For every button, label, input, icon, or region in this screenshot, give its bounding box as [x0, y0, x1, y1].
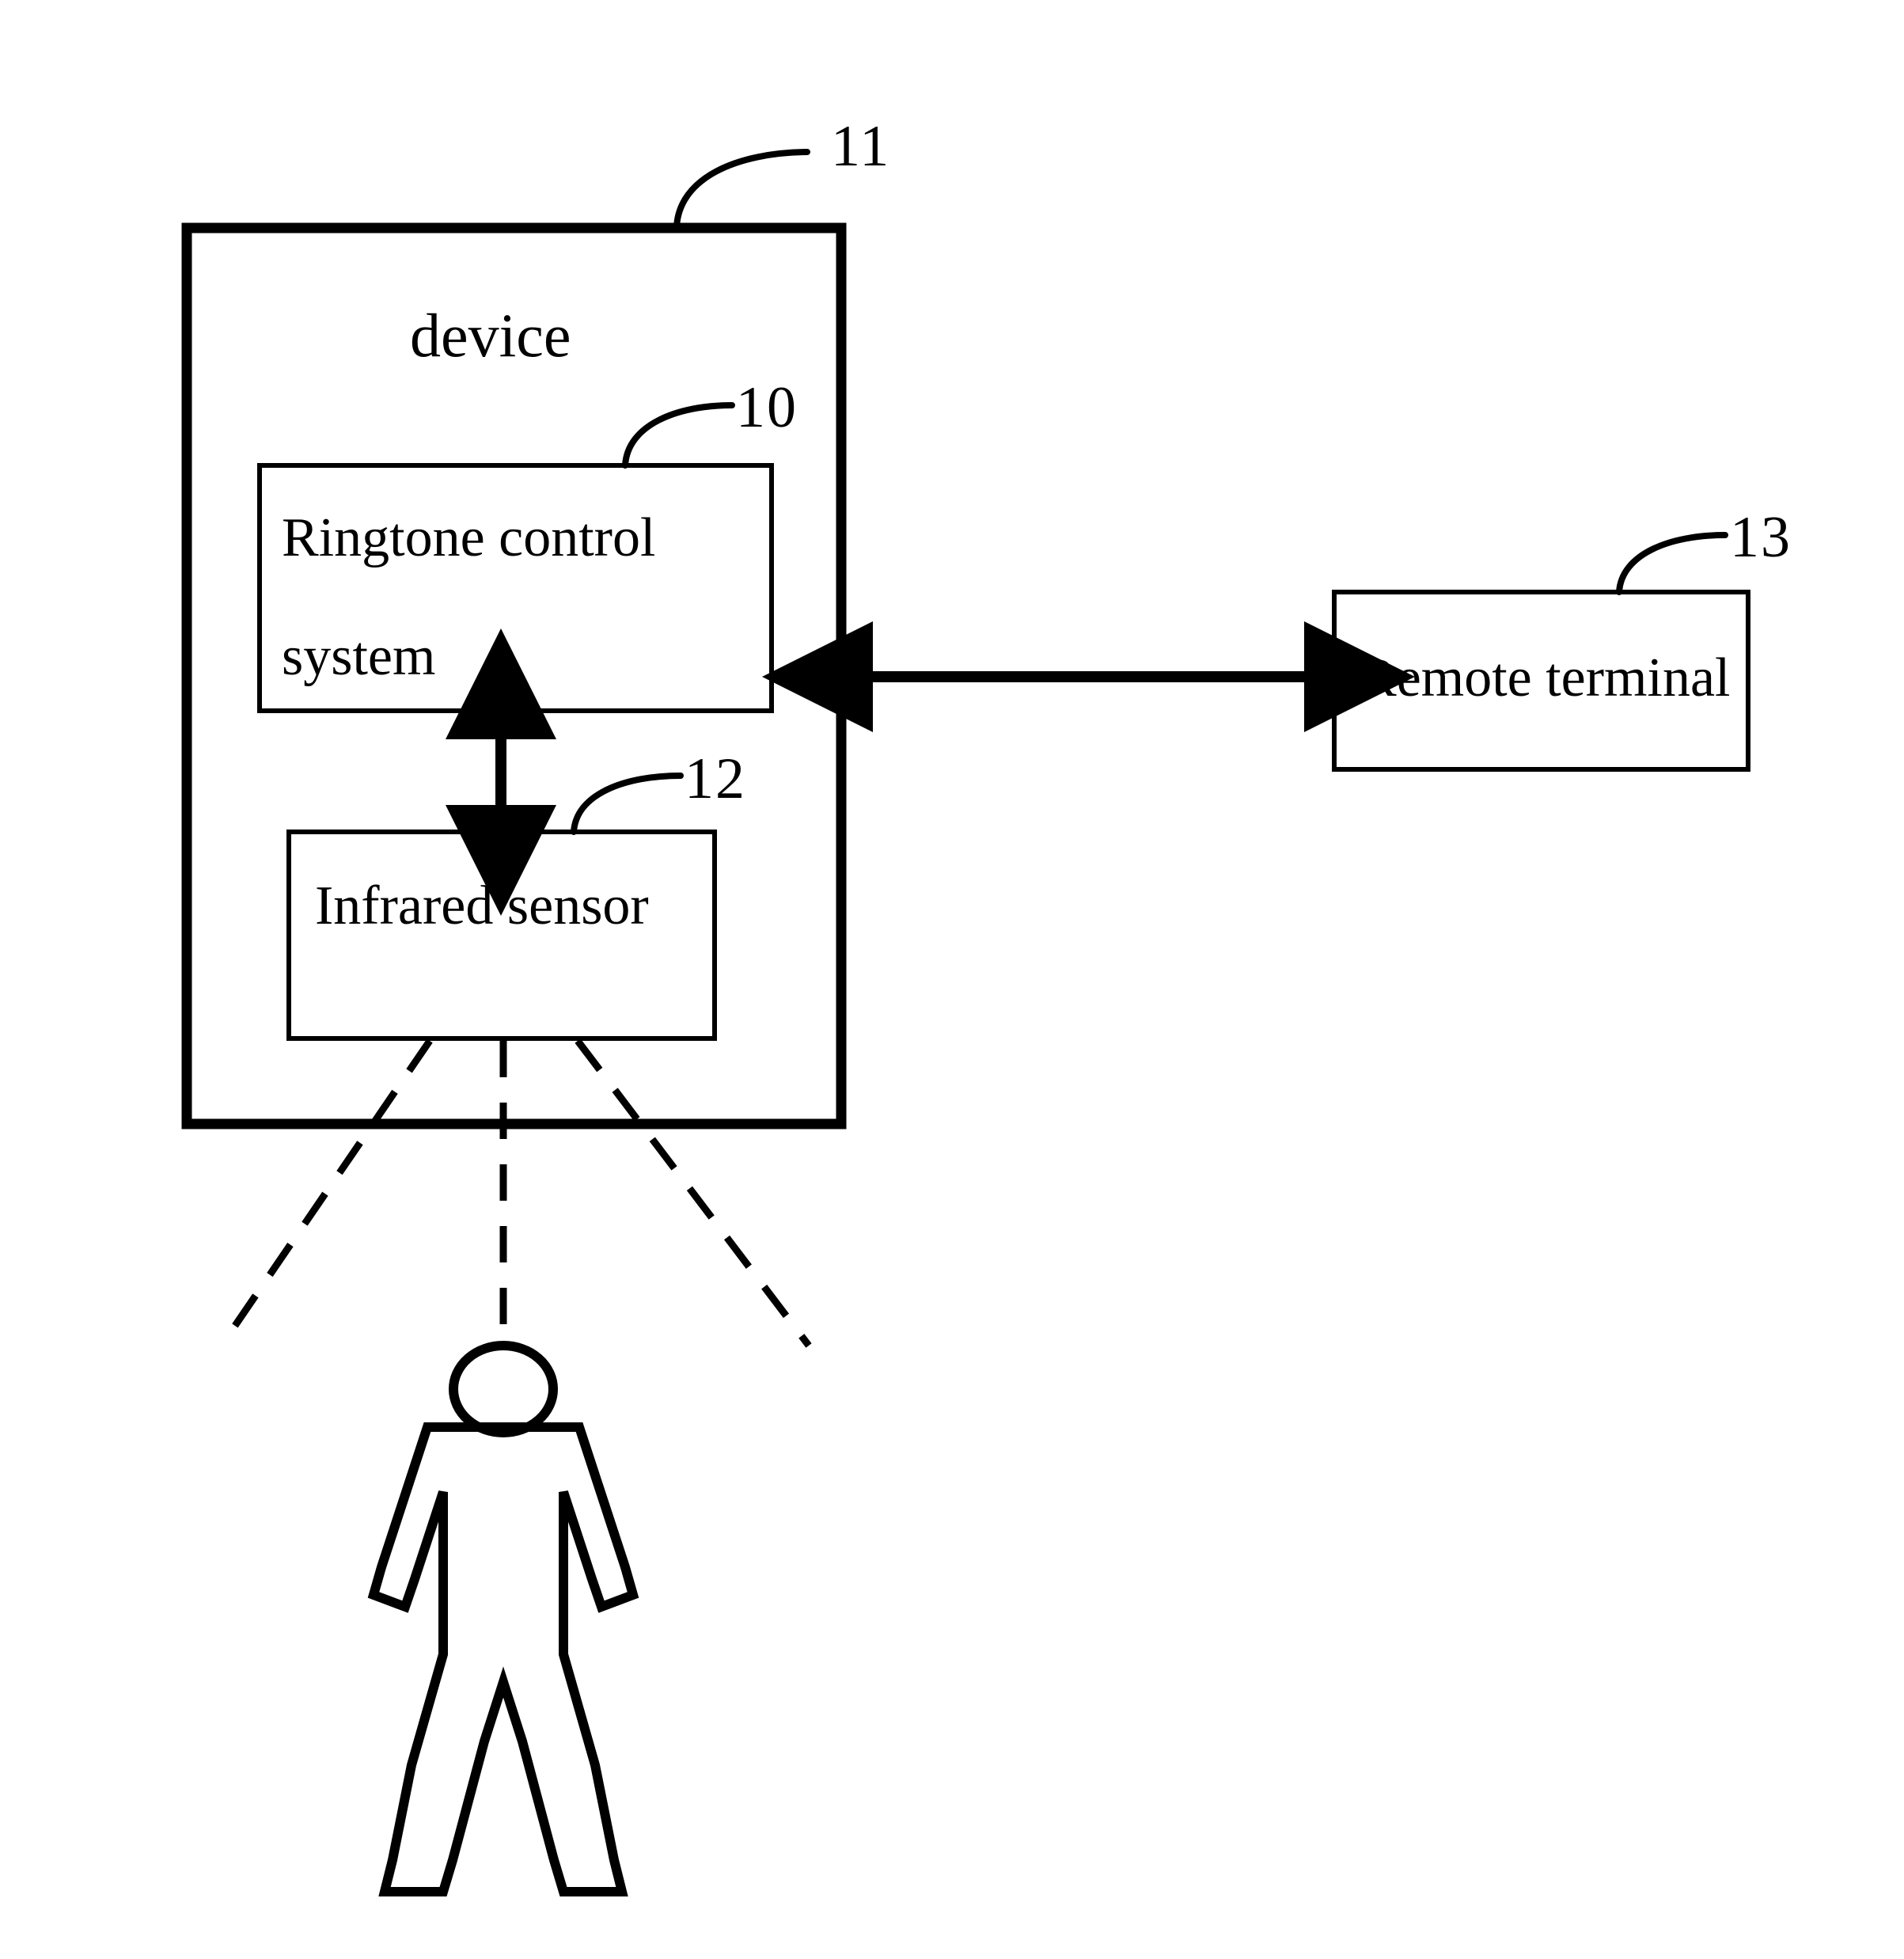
sensor-beam-right — [575, 1038, 812, 1348]
person-pictogram — [367, 1341, 639, 1896]
reference-numeral-12: 12 — [685, 746, 746, 811]
leader-line-11 — [673, 149, 810, 230]
leader-line-12 — [571, 773, 684, 835]
patent-figure: 11 device 10 Ringtone control system 12 … — [0, 0, 1904, 1959]
figure-canvas — [181, 149, 1750, 1896]
sensor-beam-left — [225, 1038, 433, 1338]
remote-box-title: Remote terminal — [1360, 647, 1731, 708]
infrared-box-title: Infrared sensor — [315, 875, 649, 936]
ringtone-box-title-line2: system — [282, 626, 436, 687]
reference-numeral-13: 13 — [1730, 505, 1792, 570]
person-head — [449, 1341, 558, 1437]
reference-numeral-10: 10 — [736, 375, 798, 440]
person-body — [367, 1422, 639, 1896]
leader-line-13 — [1616, 532, 1728, 595]
device-box-title: device — [410, 301, 571, 370]
leader-line-10 — [622, 402, 735, 469]
reference-numeral-11: 11 — [831, 114, 891, 179]
ringtone-box-title-line1: Ringtone control — [282, 507, 656, 568]
